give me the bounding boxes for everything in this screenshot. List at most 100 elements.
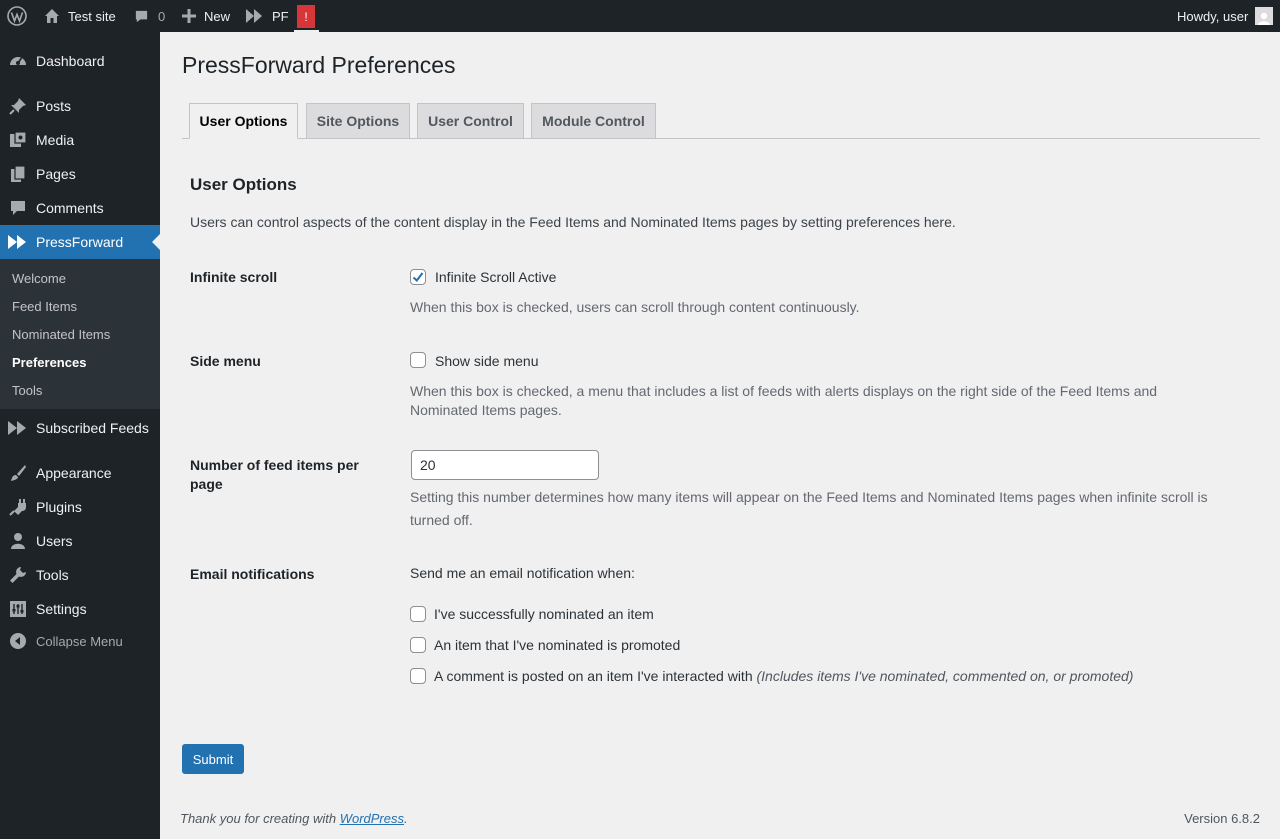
settings-icon: [8, 599, 28, 619]
sidebar-item-comments[interactable]: Comments: [0, 191, 160, 225]
sidebar-item-users[interactable]: Users: [0, 524, 160, 558]
sidebar-item-pressforward[interactable]: PressForward: [0, 225, 160, 259]
tab-user-control[interactable]: User Control: [417, 103, 524, 139]
tab-module-control[interactable]: Module Control: [531, 103, 656, 139]
sidebar-item-appearance[interactable]: Appearance: [0, 456, 160, 490]
comments-link[interactable]: 0: [134, 0, 165, 32]
sidebar-item-pages[interactable]: Pages: [0, 157, 160, 191]
email-comment-checkbox[interactable]: [410, 668, 426, 684]
my-account-link[interactable]: Howdy, user: [1177, 0, 1274, 32]
plus-icon: [182, 9, 196, 23]
pf-link[interactable]: PF: [246, 0, 289, 32]
pressforward-icon: [8, 418, 28, 438]
collapse-icon: [8, 631, 28, 651]
side-menu-label: Side menu: [190, 353, 261, 369]
dashboard-icon: [8, 51, 28, 71]
section-description: Users can control aspects of the content…: [190, 214, 956, 230]
new-label: New: [204, 8, 231, 24]
sidebar-item-label: Users: [36, 533, 73, 549]
collapse-menu-label: Collapse Menu: [36, 633, 123, 649]
sidebar-item-label: Comments: [36, 200, 104, 216]
comments-count: 0: [158, 8, 166, 24]
sidebar-item-settings[interactable]: Settings: [0, 592, 160, 626]
submenu-item-welcome[interactable]: Welcome: [12, 271, 66, 286]
pressforward-submenu: Welcome Feed Items Nominated Items Prefe…: [0, 259, 160, 409]
email-comment-note: (Includes items I've nominated, commente…: [756, 668, 1134, 684]
new-content-link[interactable]: New: [182, 0, 230, 32]
media-icon: [8, 130, 28, 150]
pin-icon: [8, 96, 28, 116]
main-content: PressForward Preferences User Options Si…: [160, 32, 1280, 839]
items-per-page-label: Number of feed items per page: [190, 457, 359, 492]
paintbrush-icon: [8, 463, 28, 483]
sidebar-item-label: PressForward: [36, 234, 124, 250]
side-menu-checkbox-label: Show side menu: [435, 353, 539, 369]
sidebar-item-label: Appearance: [36, 465, 112, 481]
sidebar-item-label: Media: [36, 132, 75, 148]
email-promoted-checkbox[interactable]: [410, 637, 426, 653]
pf-label: PF: [272, 8, 289, 24]
side-menu-checkbox[interactable]: [410, 352, 426, 368]
comment-icon: [134, 9, 149, 24]
sidebar-item-label: Dashboard: [36, 53, 105, 69]
sidebar-item-label: Plugins: [36, 499, 82, 515]
submenu-item-tools[interactable]: Tools: [12, 383, 42, 398]
admin-sidebar: Dashboard Posts Media Pages Comments Pre…: [0, 32, 160, 839]
footer-thanks-text: Thank you for creating with: [180, 811, 337, 826]
sidebar-item-label: Pages: [36, 166, 76, 182]
sidebar-item-label: Settings: [36, 601, 87, 617]
items-per-page-help: Setting this number determines how many …: [410, 489, 1208, 528]
email-promoted-label: An item that I've nominated is promoted: [434, 637, 681, 653]
avatar: [1255, 7, 1274, 25]
sidebar-item-label: Posts: [36, 98, 72, 114]
infinite-scroll-label: Infinite scroll: [190, 269, 278, 285]
sidebar-item-plugins[interactable]: Plugins: [0, 490, 160, 524]
email-comment-row: A comment is posted on an item I've inte…: [434, 668, 1133, 684]
tab-site-options[interactable]: Site Options: [306, 103, 410, 139]
collapse-menu-button[interactable]: Collapse Menu: [0, 624, 160, 658]
items-per-page-input[interactable]: 20: [411, 450, 599, 480]
sidebar-item-posts[interactable]: Posts: [0, 89, 160, 123]
pressforward-icon: [246, 9, 264, 23]
admin-bar: Test site 0 New PF ! Howdy, user: [0, 0, 1280, 32]
email-notifications-label: Email notifications: [190, 566, 315, 582]
footer-thanks-suffix: .: [404, 811, 408, 826]
sidebar-item-subscribed-feeds[interactable]: Subscribed Feeds: [0, 411, 160, 445]
sidebar-item-label: Tools: [36, 567, 69, 583]
footer-thanks: Thank you for creating with WordPress.: [180, 811, 408, 826]
site-name: Test site: [68, 8, 116, 24]
pages-icon: [8, 164, 28, 184]
submenu-item-nominated-items[interactable]: Nominated Items: [12, 327, 110, 342]
comment-icon: [8, 198, 28, 218]
checkmark-icon: [412, 272, 424, 282]
user-icon: [8, 531, 28, 551]
sidebar-item-dashboard[interactable]: Dashboard: [0, 44, 160, 78]
sidebar-item-tools[interactable]: Tools: [0, 558, 160, 592]
page-title: PressForward Preferences: [182, 52, 456, 78]
howdy-text: Howdy, user: [1177, 8, 1249, 24]
pf-alert-badge[interactable]: !: [297, 5, 315, 28]
email-nominated-label: I've successfully nominated an item: [434, 606, 654, 622]
sidebar-item-media[interactable]: Media: [0, 123, 160, 157]
site-name-link[interactable]: Test site: [44, 0, 116, 32]
submenu-item-feed-items[interactable]: Feed Items: [12, 299, 77, 314]
email-nominated-checkbox[interactable]: [410, 606, 426, 622]
section-title: User Options: [190, 175, 297, 194]
home-icon: [44, 8, 60, 24]
footer-version: Version 6.8.2: [1184, 811, 1260, 826]
tab-user-options[interactable]: User Options: [189, 103, 298, 139]
submit-button[interactable]: Submit: [182, 744, 244, 774]
plugin-icon: [8, 497, 28, 517]
wordpress-logo-icon[interactable]: [7, 0, 27, 32]
side-menu-help: When this box is checked, a menu that in…: [410, 383, 1158, 418]
sidebar-item-label: Subscribed Feeds: [36, 420, 149, 436]
infinite-scroll-checkbox[interactable]: [410, 269, 426, 285]
wrench-icon: [8, 565, 28, 585]
email-intro: Send me an email notification when:: [410, 565, 635, 581]
infinite-scroll-checkbox-label: Infinite Scroll Active: [435, 269, 557, 285]
submenu-item-preferences[interactable]: Preferences: [12, 355, 86, 370]
pressforward-icon: [8, 232, 28, 252]
current-menu-arrow: [152, 234, 160, 250]
wordpress-link[interactable]: WordPress: [340, 811, 404, 826]
email-comment-label: A comment is posted on an item I've inte…: [434, 668, 753, 684]
